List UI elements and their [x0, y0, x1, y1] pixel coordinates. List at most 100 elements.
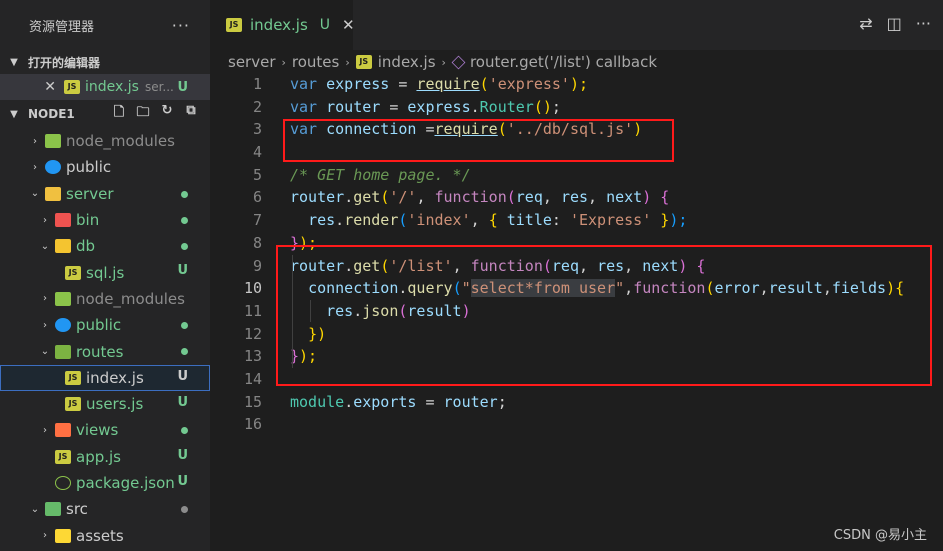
tree-item-app-js[interactable]: JS app.js U — [0, 444, 210, 470]
code-line: 7 res.render('index', { title: 'Express'… — [210, 209, 943, 232]
tree-item-label: index.js — [86, 368, 144, 387]
breadcrumb-item[interactable]: router.get('/list') callback — [470, 53, 657, 71]
tree-item-label: node_modules — [76, 289, 185, 308]
chevron-down-icon: ⌄ — [40, 240, 50, 252]
modified-dot — [181, 322, 188, 330]
new-file-icon[interactable]: 🗋 — [110, 103, 128, 125]
tree-item-label: app.js — [76, 447, 121, 466]
breadcrumb-item[interactable]: server — [228, 53, 275, 71]
untracked-badge: U — [177, 368, 188, 384]
workspace-actions: 🗋 🗀 ↻ ⧉ — [110, 103, 210, 125]
tree-item-public[interactable]: › public — [0, 154, 210, 180]
line-number: 9 — [252, 256, 262, 275]
annotation-box — [283, 119, 674, 162]
chevron-right-icon: › — [43, 319, 47, 331]
line-number: 14 — [243, 369, 262, 388]
line-number: 11 — [243, 301, 262, 320]
breadcrumb-item[interactable]: routes — [292, 53, 339, 71]
line-number: 2 — [252, 97, 262, 116]
close-icon[interactable]: ✕ — [342, 16, 355, 34]
close-icon[interactable]: ✕ — [34, 79, 56, 95]
open-editor-status: U — [177, 79, 188, 95]
js-file-icon: JS — [226, 18, 242, 32]
chevron-right-icon: › — [33, 161, 37, 173]
tree-item-package-json[interactable]: package.json U — [0, 470, 210, 496]
tree-item-server[interactable]: ⌄ server — [0, 181, 210, 207]
tab-index-js[interactable]: JS index.js U ✕ — [210, 0, 355, 50]
js-file-icon: JS — [355, 55, 372, 69]
public-folder-icon — [55, 318, 71, 333]
tree-item-label: package.json — [76, 474, 175, 492]
src-folder-icon — [45, 502, 61, 517]
tab-label: index.js — [250, 16, 308, 34]
node-folder-icon — [45, 134, 61, 149]
modified-dot — [181, 506, 188, 514]
more-actions-icon[interactable]: ··· — [916, 14, 931, 33]
new-folder-icon[interactable]: 🗀 — [134, 103, 152, 125]
tree-item-assets[interactable]: › assets — [0, 522, 210, 548]
tree-item-node-modules[interactable]: › node_modules — [0, 128, 210, 154]
public-folder-icon — [45, 160, 61, 175]
explorer-sidebar: 资源管理器 ··· ▼ 打开的编辑器 ✕ JS index.js ser... … — [0, 0, 210, 551]
open-editor-description: ser... — [144, 80, 174, 94]
line-number: 12 — [243, 324, 262, 343]
more-actions-icon[interactable]: ··· — [172, 16, 190, 35]
untracked-badge: U — [177, 263, 188, 279]
tree-item-sql-js[interactable]: JS sql.js U — [0, 259, 210, 285]
tree-item-label: src — [66, 500, 88, 519]
tree-item-label: node_modules — [66, 132, 175, 151]
collapse-all-icon[interactable]: ⧉ — [182, 103, 200, 125]
workspace-section[interactable]: ▼ NODE1 🗋 🗀 ↻ ⧉ — [0, 100, 210, 128]
split-editor-icon[interactable]: ◫ — [887, 14, 902, 33]
chevron-down-icon: ⌄ — [30, 503, 40, 515]
code-line: 15 module.exports = router; — [210, 391, 943, 414]
assets-folder-icon — [55, 528, 71, 543]
compare-changes-icon[interactable]: ⇄ — [859, 14, 872, 33]
tab-status: U — [319, 17, 331, 33]
line-number: 16 — [243, 415, 262, 434]
explorer-header: 资源管理器 ··· — [0, 0, 210, 50]
tree-item-bin[interactable]: › bin — [0, 207, 210, 233]
routes-folder-icon — [55, 344, 71, 359]
chevron-right-icon: › — [345, 55, 350, 69]
breadcrumb-item[interactable]: index.js — [378, 53, 436, 71]
tree-item-label: users.js — [86, 395, 144, 414]
code-line: 1 var express = require('express'); — [210, 73, 943, 96]
tree-item-label: assets — [76, 526, 124, 545]
code-line: 5 /* GET home page. */ — [210, 164, 943, 187]
tree-item-label: server — [66, 184, 114, 203]
chevron-down-icon: ⌄ — [30, 188, 40, 200]
tree-item-users-js[interactable]: JS users.js U — [0, 391, 210, 417]
server-folder-icon — [45, 186, 61, 201]
js-file-icon: JS — [65, 265, 81, 280]
open-editor-filename: index.js — [85, 79, 139, 95]
tree-item-views[interactable]: › views — [0, 417, 210, 443]
chevron-down-icon: ▼ — [10, 56, 18, 68]
line-number: 5 — [252, 165, 262, 184]
open-editor-item[interactable]: ✕ JS index.js ser... U — [0, 74, 210, 100]
modified-dot — [181, 216, 188, 224]
js-file-icon: JS — [65, 397, 81, 412]
open-editors-section[interactable]: ▼ 打开的编辑器 — [0, 50, 210, 74]
tree-item-node-modules[interactable]: › node_modules — [0, 286, 210, 312]
chevron-right-icon: › — [281, 55, 286, 69]
tree-item-db[interactable]: ⌄ db — [0, 233, 210, 259]
tree-item-label: sql.js — [86, 263, 125, 282]
tree-item-label: public — [66, 158, 112, 177]
tree-item-public[interactable]: › public — [0, 312, 210, 338]
chevron-down-icon: ⌄ — [40, 346, 50, 358]
workspace-label: NODE1 — [28, 107, 75, 121]
code-line: 2 var router = express.Router(); — [210, 96, 943, 119]
explorer-title: 资源管理器 — [29, 19, 95, 35]
line-number: 4 — [252, 143, 262, 162]
refresh-icon[interactable]: ↻ — [158, 103, 176, 125]
tree-item-src[interactable]: ⌄ src — [0, 496, 210, 522]
line-number: 13 — [243, 347, 262, 366]
line-number: 3 — [252, 120, 262, 139]
editor-area: JS index.js U ✕ ⇄ ◫ ··· server › routes … — [210, 0, 943, 551]
tree-item-index-js[interactable]: JS index.js U — [0, 364, 210, 391]
tree-item-label: views — [76, 421, 119, 440]
tree-item-label: routes — [76, 342, 124, 361]
tree-item-routes[interactable]: ⌄ routes — [0, 338, 210, 364]
line-number: 6 — [252, 188, 262, 207]
